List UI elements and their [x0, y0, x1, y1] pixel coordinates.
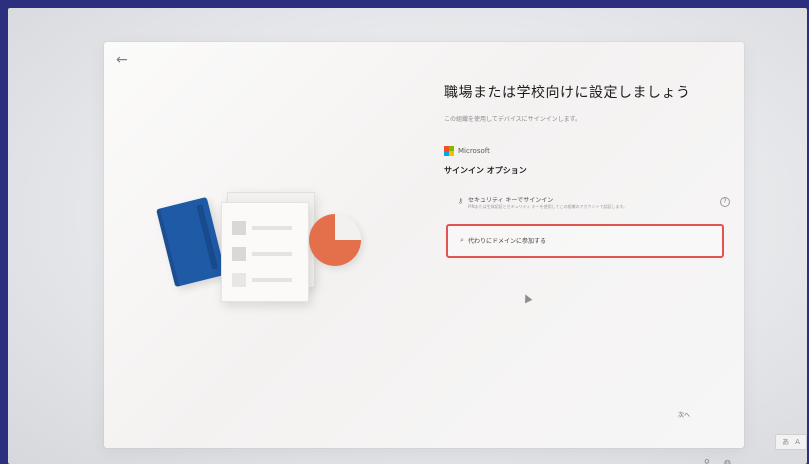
microsoft-name: Microsoft — [458, 147, 490, 155]
mouse-cursor-icon — [521, 292, 533, 304]
microsoft-brand: Microsoft — [444, 146, 490, 156]
network-icon[interactable]: ◍ — [724, 458, 731, 464]
signin-options-heading: サインイン オプション — [444, 166, 527, 175]
ime-alpha-label: A — [795, 438, 800, 446]
domain-icon: ⌕ — [460, 236, 464, 244]
main-content: 職場または学校向けに設定しましょう この組織を使用してデバイスにサインインします… — [444, 82, 734, 258]
domain-join-label: 代わりにドメインに参加する — [468, 238, 547, 245]
page-subtitle: この組織を使用してデバイスにサインインします。 — [444, 116, 582, 123]
pie-chart-illustration — [309, 214, 361, 266]
oobe-panel: ← 職場または学校向けに設定しましょう この組織を使用してデバイスにサインインし… — [104, 42, 744, 448]
document-row — [232, 247, 298, 263]
security-key-signin-option[interactable]: ⚷ セキュリティ キーでサインイン PINまたは生体認証とセキュリティ キーを使… — [444, 193, 730, 215]
security-key-option-description: PINまたは生体認証とセキュリティ キーを使用してこの組織のアカウントで認証しま… — [468, 204, 628, 209]
accessibility-icon[interactable]: ⚲ — [704, 458, 710, 464]
page-title: 職場または学校向けに設定しましょう — [444, 85, 691, 101]
next-button[interactable]: 次へ — [678, 410, 690, 419]
notebook-illustration — [156, 196, 226, 288]
help-icon[interactable]: ? — [720, 197, 730, 207]
system-tray: ⚲ ◍ — [704, 458, 731, 464]
key-icon: ⚷ — [458, 197, 464, 205]
document-row — [232, 273, 298, 289]
security-key-option-title: セキュリティ キーでサインイン — [468, 197, 554, 204]
domain-join-option[interactable]: ⌕ 代わりにドメインに参加する — [446, 224, 724, 258]
microsoft-logo-icon — [444, 146, 454, 156]
screen: ← 職場または学校向けに設定しましょう この組織を使用してデバイスにサインインし… — [8, 8, 807, 464]
back-arrow-icon[interactable]: ← — [116, 52, 132, 68]
document-row — [232, 221, 298, 237]
ime-hiragana-label: あ — [782, 438, 790, 446]
illustration — [156, 192, 369, 312]
ime-indicator[interactable]: あ A — [775, 434, 807, 450]
document-illustration — [221, 202, 309, 302]
